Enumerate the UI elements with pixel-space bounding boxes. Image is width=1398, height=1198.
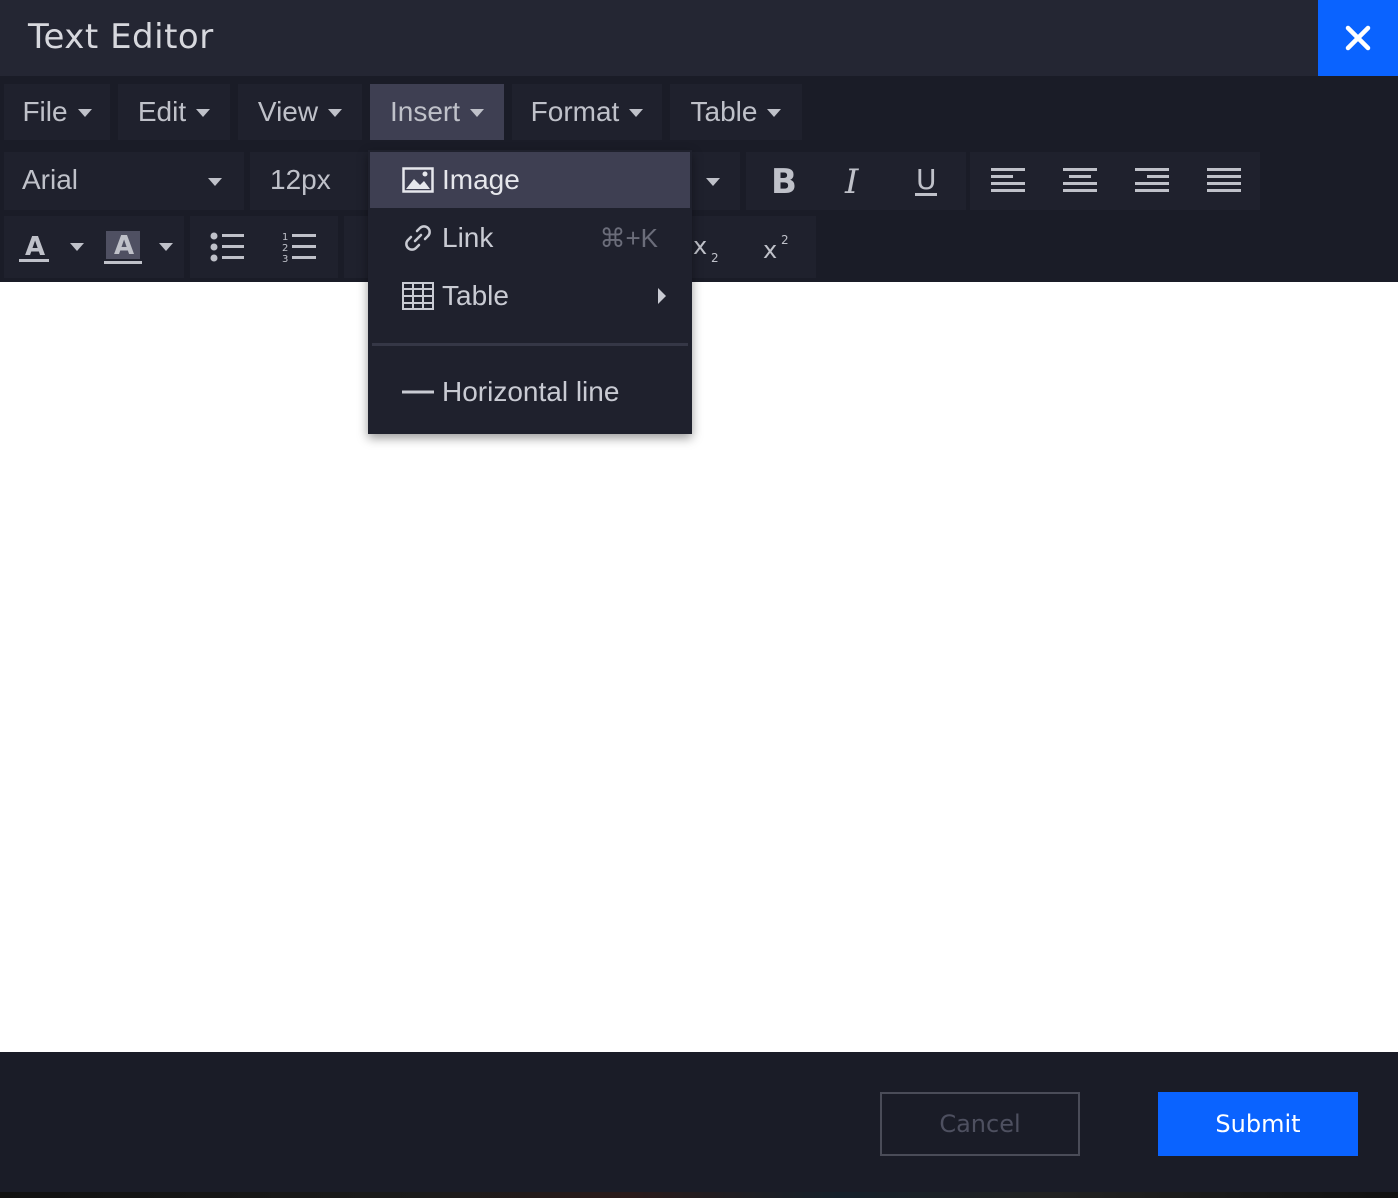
bullet-list-icon xyxy=(210,232,244,262)
insert-link-label: Link xyxy=(442,222,494,253)
cancel-button[interactable]: Cancel xyxy=(880,1092,1080,1156)
chevron-down-icon xyxy=(77,109,92,117)
bullet-list-button[interactable] xyxy=(200,222,254,272)
chevron-down-icon xyxy=(196,109,211,117)
insert-image-label: Image xyxy=(442,164,520,195)
text-color-icon: A xyxy=(19,232,49,262)
insert-dropdown-menu: Image Link ⌘+K Table Horizontal line xyxy=(368,150,692,434)
dialog-footer: Cancel Submit xyxy=(0,1052,1398,1198)
align-right-button[interactable] xyxy=(1126,156,1178,206)
title-bar: Text Editor xyxy=(0,0,1398,76)
chevron-down-icon xyxy=(706,178,720,186)
underline-button[interactable]: U xyxy=(900,156,952,206)
superscript-button[interactable]: x2 xyxy=(752,222,804,272)
svg-text:2: 2 xyxy=(711,251,719,264)
align-center-button[interactable] xyxy=(1054,156,1106,206)
menu-insert-label: Insert xyxy=(389,96,461,127)
numbered-list-icon: 123 xyxy=(282,232,316,264)
link-shortcut: ⌘+K xyxy=(599,222,658,253)
align-right-icon xyxy=(1135,168,1169,192)
insert-horizontal-line-label: Horizontal line xyxy=(442,376,620,407)
menu-view-label: View xyxy=(257,96,319,127)
image-icon xyxy=(402,167,434,193)
font-size-value: 12px xyxy=(270,164,331,195)
font-family-select[interactable]: Arial xyxy=(22,152,238,208)
underline-icon: U xyxy=(915,164,937,196)
list-group: 123 xyxy=(190,216,338,278)
svg-text:A: A xyxy=(114,231,134,261)
insert-table-item[interactable]: Table xyxy=(370,268,690,324)
italic-icon: I xyxy=(844,164,859,198)
italic-button[interactable]: I xyxy=(828,156,880,206)
highlight-color-icon: A xyxy=(104,231,142,264)
bold-button[interactable]: B xyxy=(756,156,808,206)
font-family-value: Arial xyxy=(22,164,79,195)
menu-bar: File Edit View Insert Format Table xyxy=(0,76,1398,148)
horizontal-line-icon xyxy=(402,389,434,395)
chevron-down-icon xyxy=(328,109,343,117)
align-justify-icon xyxy=(1207,168,1241,192)
menu-separator xyxy=(372,343,688,346)
svg-text:B: B xyxy=(771,164,797,198)
toolbar-row-2: A A 123 x2 x2 xyxy=(0,214,1398,282)
menu-view[interactable]: View xyxy=(238,84,362,140)
close-icon xyxy=(1345,25,1371,51)
align-left-button[interactable] xyxy=(982,156,1034,206)
menu-file[interactable]: File xyxy=(4,84,110,140)
menu-table-label: Table xyxy=(690,96,758,127)
menu-format[interactable]: Format xyxy=(512,84,662,140)
close-button[interactable] xyxy=(1318,0,1398,76)
color-group: A A xyxy=(4,216,184,278)
svg-text:A: A xyxy=(25,232,45,262)
insert-table-label: Table xyxy=(442,280,509,311)
alignment-group xyxy=(970,152,1260,210)
menu-insert[interactable]: Insert xyxy=(370,84,504,140)
menu-file-label: File xyxy=(22,96,68,127)
table-grid-icon xyxy=(402,282,434,310)
insert-link-item[interactable]: Link ⌘+K xyxy=(370,210,690,266)
svg-text:2: 2 xyxy=(781,233,789,247)
link-icon xyxy=(402,222,434,254)
chevron-down-icon xyxy=(470,109,485,117)
svg-text:3: 3 xyxy=(282,254,288,264)
text-color-dropdown[interactable] xyxy=(60,222,94,272)
align-left-icon xyxy=(991,168,1025,192)
chevron-down-icon xyxy=(159,243,173,251)
menu-edit-label: Edit xyxy=(137,96,187,127)
font-family-group: Arial xyxy=(4,152,244,210)
numbered-list-button[interactable]: 123 xyxy=(272,222,326,272)
svg-text:I: I xyxy=(844,164,859,198)
align-justify-button[interactable] xyxy=(1198,156,1250,206)
text-color-button[interactable]: A xyxy=(10,222,58,272)
bold-icon: B xyxy=(771,164,797,198)
insert-image-item[interactable]: Image xyxy=(370,152,690,208)
editor-content-area[interactable] xyxy=(0,282,1398,1052)
align-center-icon xyxy=(1063,168,1097,192)
svg-text:2: 2 xyxy=(282,243,288,254)
insert-horizontal-line-item[interactable]: Horizontal line xyxy=(370,364,690,420)
superscript-icon: x2 xyxy=(763,233,789,264)
submit-button[interactable]: Submit xyxy=(1158,1092,1358,1156)
background-strip xyxy=(0,1192,1398,1198)
svg-text:x: x xyxy=(693,232,707,260)
toolbar-row-1: Arial 12px B I U xyxy=(0,148,1398,214)
menu-format-label: Format xyxy=(530,96,620,127)
window-title: Text Editor xyxy=(28,17,214,57)
chevron-down-icon xyxy=(767,109,782,117)
subscript-icon: x2 xyxy=(693,232,719,264)
svg-text:x: x xyxy=(763,236,777,264)
chevron-right-icon xyxy=(658,288,666,304)
chevron-down-icon xyxy=(70,243,84,251)
svg-text:1: 1 xyxy=(282,232,288,243)
chevron-down-icon xyxy=(208,178,222,186)
text-style-group: B I U xyxy=(746,152,966,210)
svg-text:U: U xyxy=(916,164,937,196)
highlight-color-button[interactable]: A xyxy=(102,222,144,272)
menu-edit[interactable]: Edit xyxy=(118,84,230,140)
highlight-color-dropdown[interactable] xyxy=(150,222,182,272)
menu-table[interactable]: Table xyxy=(670,84,802,140)
chevron-down-icon xyxy=(629,109,644,117)
